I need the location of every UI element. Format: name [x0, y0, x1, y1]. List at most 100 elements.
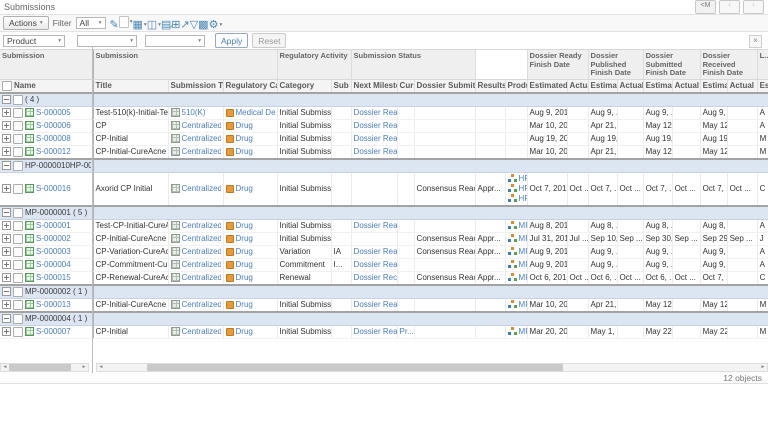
expand-row-icon[interactable]: [2, 221, 11, 230]
close-filter-icon[interactable]: ×: [749, 35, 762, 48]
product-link[interactable]: MP-C: [519, 247, 528, 256]
regulatory-category-link[interactable]: Drug: [236, 121, 253, 130]
expand-row-icon[interactable]: [2, 134, 11, 143]
product-link[interactable]: MP-C: [519, 234, 528, 243]
apply-button[interactable]: Apply: [215, 33, 248, 48]
expand-row-icon[interactable]: [2, 184, 11, 193]
next-milestone-link[interactable]: Dossier Ready: [354, 247, 398, 256]
collapse-group-icon[interactable]: [2, 161, 11, 170]
column-header[interactable]: Dossier Submitted: [414, 79, 475, 93]
column-header[interactable]: Category: [277, 79, 331, 93]
table-settings-icon[interactable]: ▦▾: [133, 19, 147, 31]
regulatory-category-link[interactable]: Drug: [236, 184, 253, 193]
submission-type-link[interactable]: Centralized P...: [182, 260, 221, 269]
row-checkbox[interactable]: [13, 300, 23, 310]
submission-type-link[interactable]: Centralized P...: [182, 134, 221, 143]
submission-name-link[interactable]: S-000016: [36, 184, 71, 193]
row-checkbox[interactable]: [13, 108, 23, 118]
expand-row-icon[interactable]: [2, 273, 11, 282]
next-milestone-link[interactable]: Dossier Ready: [354, 147, 398, 156]
submission-name-link[interactable]: S-000012: [36, 147, 71, 156]
submission-type-link[interactable]: Centralized P...: [182, 273, 221, 282]
submission-name-link[interactable]: S-000007: [36, 327, 71, 336]
regulatory-category-link[interactable]: Drug: [236, 260, 253, 269]
collapse-group-icon[interactable]: [2, 287, 11, 296]
expand-row-icon[interactable]: [2, 147, 11, 156]
row-checkbox[interactable]: [13, 221, 23, 231]
column-header[interactable]: Estimated: [643, 79, 672, 93]
product-link[interactable]: MP-C: [519, 221, 528, 230]
scroll-left-icon[interactable]: ◄: [1, 364, 9, 371]
product-link[interactable]: HP-0: [519, 194, 528, 203]
row-checkbox[interactable]: [13, 184, 23, 194]
column-header[interactable]: Current ...: [397, 79, 414, 93]
submission-type-link[interactable]: Centralized P...: [182, 300, 221, 309]
product-link[interactable]: MP-C: [519, 260, 528, 269]
next-milestone-link[interactable]: Dossier Ready: [354, 260, 398, 269]
filter-funnel-icon[interactable]: ▽: [190, 19, 198, 31]
product-link[interactable]: HP-0: [519, 174, 528, 183]
column-header[interactable]: Sub ...: [331, 79, 351, 93]
next-milestone-link[interactable]: Dossier Ready: [354, 121, 398, 130]
group-checkbox[interactable]: [13, 314, 23, 324]
group-checkbox[interactable]: [13, 208, 23, 218]
expand-row-icon[interactable]: [2, 108, 11, 117]
regulatory-category-link[interactable]: Medical Device: [236, 108, 275, 117]
query-field-select-2[interactable]: ▾: [77, 35, 137, 47]
select-grid-icon[interactable]: ▩: [198, 19, 208, 31]
submission-name-link[interactable]: S-000005: [36, 108, 71, 117]
row-checkbox[interactable]: [13, 134, 23, 144]
scrollbar-track[interactable]: [9, 364, 80, 371]
new-record-icon[interactable]: ▾: [119, 16, 133, 28]
collapse-group-icon[interactable]: [2, 314, 11, 323]
next-applet-button[interactable]: ›: [743, 0, 764, 14]
column-header[interactable]: Actual: [727, 79, 757, 93]
next-milestone-link[interactable]: Dossier Ready: [354, 300, 398, 309]
collapse-applet-button[interactable]: <M: [695, 0, 716, 14]
scrollbar-thumb[interactable]: [147, 364, 563, 371]
submission-name-link[interactable]: S-000008: [36, 134, 71, 143]
expand-row-icon[interactable]: [2, 121, 11, 130]
row-checkbox[interactable]: [13, 147, 23, 157]
column-header[interactable]: Title: [93, 79, 168, 93]
row-checkbox[interactable]: [13, 273, 23, 283]
group-checkbox[interactable]: [13, 95, 23, 105]
column-header[interactable]: Actual: [567, 79, 588, 93]
column-header[interactable]: Regulatory Category: [223, 79, 277, 93]
column-header[interactable]: Actual: [672, 79, 700, 93]
submission-type-link[interactable]: Centralized P...: [182, 184, 221, 193]
next-milestone-link[interactable]: Dossier Ready: [354, 221, 398, 230]
current-link[interactable]: Pr...: [400, 327, 414, 336]
row-checkbox[interactable]: [13, 247, 23, 257]
submission-name-link[interactable]: S-000013: [36, 300, 71, 309]
column-header[interactable]: Estimated: [700, 79, 727, 93]
add-record-icon[interactable]: ⊞: [171, 19, 180, 31]
submission-name-link[interactable]: S-000015: [36, 273, 71, 282]
collapse-group-icon[interactable]: [2, 95, 11, 104]
column-header-name[interactable]: Name: [0, 79, 93, 93]
regulatory-category-link[interactable]: Drug: [236, 300, 253, 309]
regulatory-category-link[interactable]: Drug: [236, 147, 253, 156]
regulatory-category-link[interactable]: Drug: [236, 134, 253, 143]
submission-type-link[interactable]: Centralized P...: [182, 147, 221, 156]
submission-type-link[interactable]: Centralized P...: [182, 327, 221, 336]
next-milestone-link[interactable]: Dossier Recei...: [354, 273, 398, 282]
actions-menu-button[interactable]: Actions ▾: [3, 16, 49, 30]
submission-type-link[interactable]: 510(K): [182, 108, 206, 117]
save-layout-icon[interactable]: ▤✓: [161, 19, 171, 31]
expand-row-icon[interactable]: [2, 260, 11, 269]
row-checkbox[interactable]: [13, 327, 23, 337]
submission-name-link[interactable]: S-000004: [36, 260, 71, 269]
product-link[interactable]: MP-C: [519, 327, 528, 336]
column-header[interactable]: Estimated: [757, 79, 768, 93]
edit-pencil-icon[interactable]: ✎: [110, 19, 119, 31]
submission-name-link[interactable]: S-000003: [36, 247, 71, 256]
collapse-group-icon[interactable]: [2, 208, 11, 217]
submission-type-link[interactable]: Centralized P...: [182, 121, 221, 130]
reset-button[interactable]: Reset: [252, 33, 286, 48]
next-milestone-link[interactable]: Dossier Ready: [354, 134, 398, 143]
row-checkbox[interactable]: [13, 121, 23, 131]
next-milestone-link[interactable]: Dossier Ready: [354, 327, 398, 336]
row-checkbox[interactable]: [13, 234, 23, 244]
next-milestone-link[interactable]: Dossier Ready: [354, 108, 398, 117]
